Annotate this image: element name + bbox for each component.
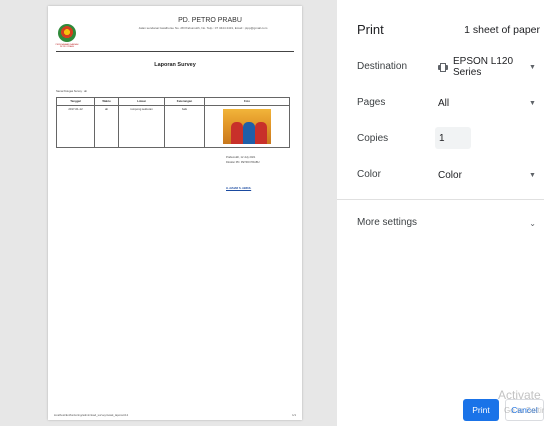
panel-divider <box>337 199 544 200</box>
destination-select[interactable]: EPSON L120 Series ▼ <box>435 56 541 78</box>
color-select[interactable]: Color ▼ <box>435 164 541 186</box>
survey-photo <box>223 109 271 144</box>
signature-name: H. AZHAR S. ABDUL <box>226 187 252 190</box>
copies-input[interactable]: 1 <box>435 127 471 149</box>
table-row: 2017-01-12 ab rumpong sektoran baik <box>56 105 290 148</box>
table-header-cell: Keterangan <box>164 97 205 106</box>
photo-figure <box>243 122 255 144</box>
signature-date: Prabumulih, 12 July 2021 <box>226 156 256 159</box>
table-header-cell: Foto <box>204 97 290 106</box>
report-title: Laporan Survey <box>154 62 196 68</box>
destination-label: Destination <box>357 61 408 72</box>
chevron-down-icon: ▼ <box>529 63 536 71</box>
printer-icon <box>438 62 448 72</box>
pages-value: All <box>438 97 450 109</box>
color-value: Color <box>438 169 462 181</box>
dialog-title: Print <box>357 22 384 37</box>
company-address: Jalan sendanai Gwalhorse No. 28 Prabumul… <box>138 26 268 30</box>
more-settings-toggle[interactable]: More settings <box>357 217 417 228</box>
photo-figure <box>255 122 267 144</box>
print-preview-area[interactable]: PERUSAHAAN DAERAH PETRO PRABU PD. PETRO … <box>0 0 337 426</box>
logo-caption: PERUSAHAAN DAERAH PETRO PRABU <box>55 44 79 49</box>
company-name: PD. PETRO PRABU <box>178 17 242 24</box>
table-cell: 2017-01-12 <box>56 105 95 148</box>
pages-select[interactable]: All ▼ <box>435 92 541 114</box>
footer-url: localhost/E-Monitoring/admin/load_survey… <box>54 413 129 417</box>
chevron-down-icon: ▼ <box>529 171 536 179</box>
photo-figure <box>231 122 243 144</box>
table-cell: ab <box>94 105 119 148</box>
footer-page-number: 1/1 <box>292 413 296 417</box>
print-button[interactable]: Print <box>463 399 499 421</box>
table-header-cell: Tanggal <box>56 97 95 106</box>
preview-page: PERUSAHAAN DAERAH PETRO PRABU PD. PETRO … <box>48 6 302 420</box>
surveyor-label: Nama Petugas Survey : ab <box>56 90 87 93</box>
survey-table: Tanggal Waktu Lokasi Keterangan Foto 201… <box>56 97 290 148</box>
pages-label: Pages <box>357 97 386 108</box>
company-logo <box>58 24 76 42</box>
table-header-cell: Waktu <box>94 97 119 106</box>
signature-role: Direktur PD. PETRO PRABU <box>226 161 260 164</box>
settings-panel: Print 1 sheet of paper Destination EPSON… <box>337 0 544 426</box>
table-cell: baik <box>164 105 205 148</box>
activation-watermark-sub: Go to Settings <box>504 406 544 415</box>
destination-value: EPSON L120 Series <box>453 56 514 78</box>
color-label: Color <box>357 169 381 180</box>
chevron-down-icon: ▼ <box>529 99 536 107</box>
table-header-row: Tanggal Waktu Lokasi Keterangan Foto <box>56 97 290 106</box>
activation-watermark: Activate W <box>498 388 544 402</box>
sheet-count: 1 sheet of paper <box>464 24 540 36</box>
chevron-down-icon[interactable]: ⌄ <box>529 219 536 228</box>
header-divider <box>56 51 294 52</box>
table-cell-photo <box>204 105 290 148</box>
table-header-cell: Lokasi <box>118 97 165 106</box>
table-cell: rumpong sektoran <box>118 105 165 148</box>
print-dialog: PERUSAHAAN DAERAH PETRO PRABU PD. PETRO … <box>0 0 544 426</box>
copies-label: Copies <box>357 133 389 144</box>
